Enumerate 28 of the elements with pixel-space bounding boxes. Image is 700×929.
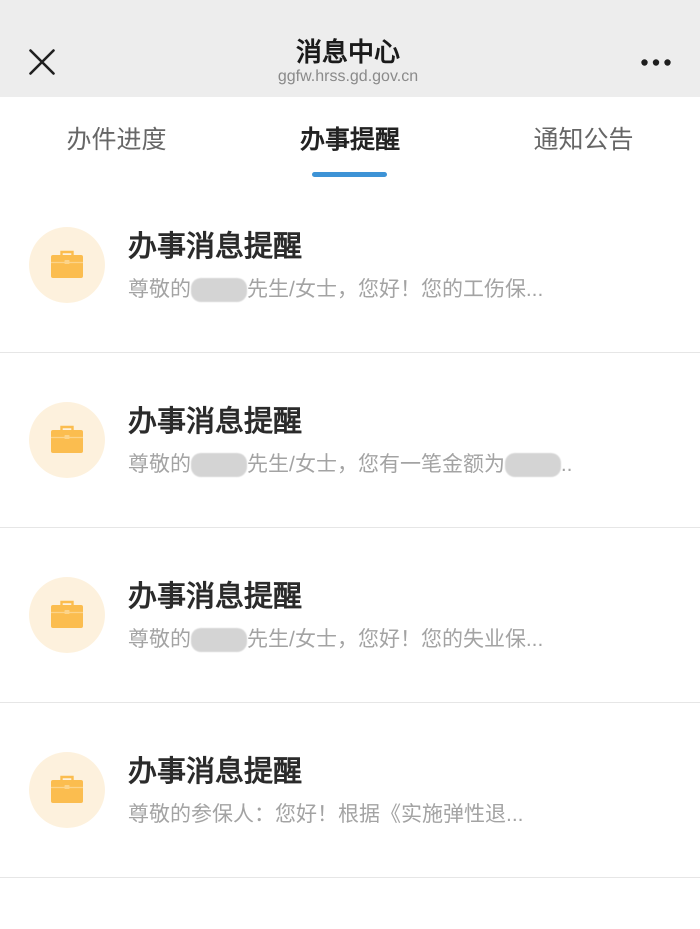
briefcase-icon [29, 752, 105, 828]
message-title: 办事消息提醒 [128, 404, 303, 440]
tab[interactable]: 办事提醒 [233, 97, 467, 178]
message-preview: 尊敬的 [128, 277, 191, 303]
tab[interactable]: 办件进度 [0, 97, 234, 178]
message-title: 办事消息提醒 [128, 230, 303, 265]
more-icon [640, 58, 671, 66]
briefcase-icon [29, 577, 105, 653]
message-preview: .. [560, 452, 573, 478]
redaction-blur [504, 453, 561, 477]
message-preview: 尊敬的 [128, 627, 191, 653]
message-preview: 尊敬的 [128, 452, 191, 478]
briefcase-icon [29, 227, 105, 303]
page-url: ggfw.hrss.gd.gov.cn [278, 67, 418, 87]
message-preview: 先生/女士，您好！您的工伤保... [247, 277, 544, 303]
redaction-blur [191, 628, 247, 652]
close-icon [29, 49, 55, 75]
briefcase-icon [29, 402, 105, 478]
close-button[interactable] [29, 49, 55, 75]
message-preview: 先生/女士，您好！您的失业保... [247, 627, 544, 653]
tab[interactable]: 通知公告 [466, 97, 700, 178]
message-preview: 尊敬的参保人：您好！根据《实施弹性退... [128, 802, 524, 828]
message-title: 办事消息提醒 [128, 754, 303, 790]
message-title: 办事消息提醒 [128, 580, 303, 615]
redaction-blur [191, 278, 247, 302]
message-preview: 先生/女士，您有一笔金额为 [247, 452, 505, 478]
redaction-blur [191, 453, 247, 477]
page-title: 消息中心 [296, 37, 400, 67]
